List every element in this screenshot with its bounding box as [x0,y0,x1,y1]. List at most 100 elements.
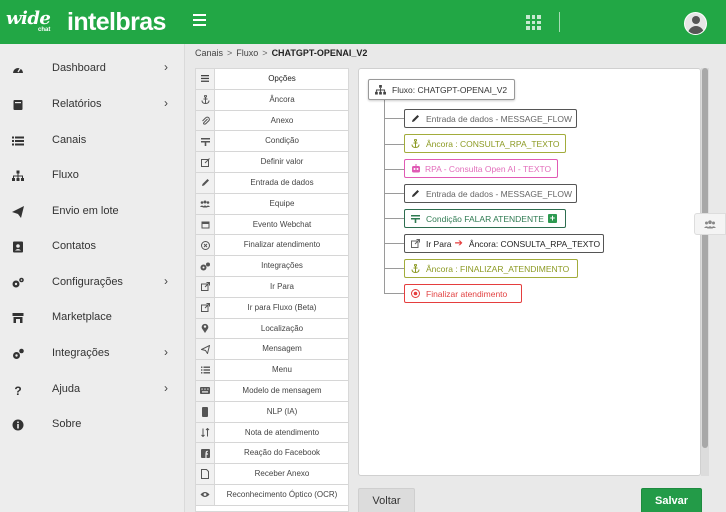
sidebar-item-relatorios[interactable]: Relatórios › [0,87,185,123]
sidebar-item-ajuda[interactable]: ? Ajuda › [0,372,185,408]
top-bar: wide chat intelbras [0,0,726,44]
sitemap-icon [12,170,24,181]
cogs-icon [200,262,210,271]
map-pin-icon [201,324,209,334]
option-equipe[interactable]: Equipe [196,193,348,215]
stop-circle-icon [200,240,210,250]
sidebar-item-dashboard[interactable]: Dashboard › [0,51,185,87]
list-icon [200,366,210,374]
sidebar-item-label: Contatos [52,240,97,252]
send-icon [200,344,210,354]
brand-chat-logo: chat [38,27,51,33]
flow-node-finalizar[interactable]: Finalizar atendimento [404,284,522,303]
option-reacao-do-facebook[interactable]: Reação do Facebook [196,443,348,465]
file-icon [201,469,209,480]
eye-icon [200,492,210,498]
flow-node-ancora-consulta[interactable]: Âncora : CONSULTA_RPA_TEXTO [404,134,566,153]
topbar-divider [559,12,560,32]
condition-icon [200,137,210,146]
gears-icon [12,277,24,288]
user-avatar-icon[interactable] [684,12,707,35]
speedometer-icon [13,67,23,73]
sidebar-item-canais[interactable]: Canais [0,123,185,159]
option-ir-para[interactable]: Ir Para [196,277,348,298]
back-button[interactable]: Voltar [358,488,415,512]
options-panel: Opções Âncora Anexo Condição Definir val… [195,68,349,512]
option-modelo-de-mensagem[interactable]: Modelo de mensagem [196,381,348,402]
pencil-icon [201,179,209,187]
flow-node-condicao[interactable]: Condição FALAR ATENDENTE + [404,209,566,228]
sidebar-item-integracoes[interactable]: Integrações › [0,336,185,372]
option-integracoes[interactable]: Integrações [196,256,348,277]
option-ancora[interactable]: Âncora [196,89,348,111]
sidebar-item-contatos[interactable]: Contatos [0,229,185,265]
sidebar-item-label: Relatórios [52,98,102,110]
flow-tree-line [384,99,385,293]
breadcrumb-canais[interactable]: Canais [195,48,223,58]
sidebar-item-fluxo[interactable]: Fluxo [0,158,185,194]
anchor-icon [411,139,420,148]
breadcrumb-fluxo[interactable]: Fluxo [236,48,258,58]
chevron-right-icon: › [164,96,168,110]
paper-plane-icon [12,206,24,218]
canvas-scrollbar-thumb[interactable] [702,68,708,448]
sidebar-item-label: Canais [52,134,87,146]
apps-grid-icon[interactable] [526,15,541,30]
flow-node-ir-para[interactable]: Ir Para ➔ Âncora: CONSULTA_RPA_TEXTO [404,234,604,253]
facebook-icon [200,448,210,458]
sidebar-item-sobre[interactable]: Sobre [0,407,185,443]
option-receber-anexo[interactable]: Receber Anexo [196,464,348,485]
sidebar-item-label: Fluxo [52,169,79,181]
pencil-icon [412,190,419,197]
menu-icon[interactable] [193,14,206,27]
flow-root-label: Fluxo: CHATGPT-OPENAI_V2 [392,84,508,95]
chevron-right-icon: › [164,60,168,74]
options-title: Opções [268,74,296,83]
sidebar-item-label: Ajuda [52,383,81,395]
sidebar-item-configuracoes[interactable]: Configurações › [0,265,185,301]
breadcrumb: Canais > Fluxo > CHATGPT-OPENAI_V2 [195,48,368,58]
stop-circle-icon [411,289,420,298]
flow-root-node[interactable]: Fluxo: CHATGPT-OPENAI_V2 [368,79,515,100]
option-menu[interactable]: Menu [196,360,348,381]
sidebar-item-envio-em-lote[interactable]: Envio em lote [0,194,185,230]
team-panel-toggle[interactable] [694,213,726,235]
option-definir-valor[interactable]: Definir valor [196,152,348,173]
option-ir-para-fluxo[interactable]: Ir para Fluxo (Beta) [196,297,348,319]
breadcrumb-current-flow: CHATGPT-OPENAI_V2 [271,48,368,58]
sitemap-icon [375,84,386,95]
option-entrada-de-dados[interactable]: Entrada de dados [196,173,348,194]
option-ocr[interactable]: Reconhecimento Óptico (OCR) [196,485,348,506]
keyboard-icon [200,387,210,395]
phone-icon [202,406,208,417]
svg-text:?: ? [14,384,21,396]
brand-wide-logo: wide [6,8,51,29]
expand-plus-icon[interactable]: + [547,214,557,223]
option-localizacao[interactable]: Localização [196,318,348,340]
sidebar-item-label: Marketplace [52,311,112,323]
option-mensagem[interactable]: Mensagem [196,339,348,361]
option-nlp-ia[interactable]: NLP (IA) [196,401,348,423]
edit-icon [200,157,210,167]
option-condicao[interactable]: Condição [196,131,348,153]
option-anexo[interactable]: Anexo [196,110,348,132]
list-icon [12,136,24,146]
flow-node-entrada-de-dados[interactable]: Entrada de dados - MESSAGE_FLOW [404,109,577,128]
option-finalizar-atendimento[interactable]: Finalizar atendimento [196,235,348,257]
save-button[interactable]: Salvar [641,488,702,512]
calendar-icon [201,221,209,229]
flow-node-entrada-de-dados-2[interactable]: Entrada de dados - MESSAGE_FLOW [404,184,577,203]
options-header: Opções [196,69,348,90]
sidebar-item-label: Configurações [52,276,123,288]
option-nota-de-atendimento[interactable]: Nota de atendimento [196,422,348,444]
option-evento-webchat[interactable]: Evento Webchat [196,214,348,236]
team-icon [200,200,210,208]
sidebar-item-marketplace[interactable]: Marketplace [0,300,185,336]
chevron-right-icon: › [164,274,168,288]
flow-node-rpa[interactable]: RPA - Consulta Open AI - TEXTO [404,159,558,178]
chevron-right-icon: › [164,381,168,395]
paperclip-icon [201,116,210,125]
flow-node-ancora-finalizar[interactable]: Âncora : FINALIZAR_ATENDIMENTO [404,259,578,278]
menu-lines-icon [201,75,209,83]
sidebar-item-label: Integrações [52,347,110,359]
